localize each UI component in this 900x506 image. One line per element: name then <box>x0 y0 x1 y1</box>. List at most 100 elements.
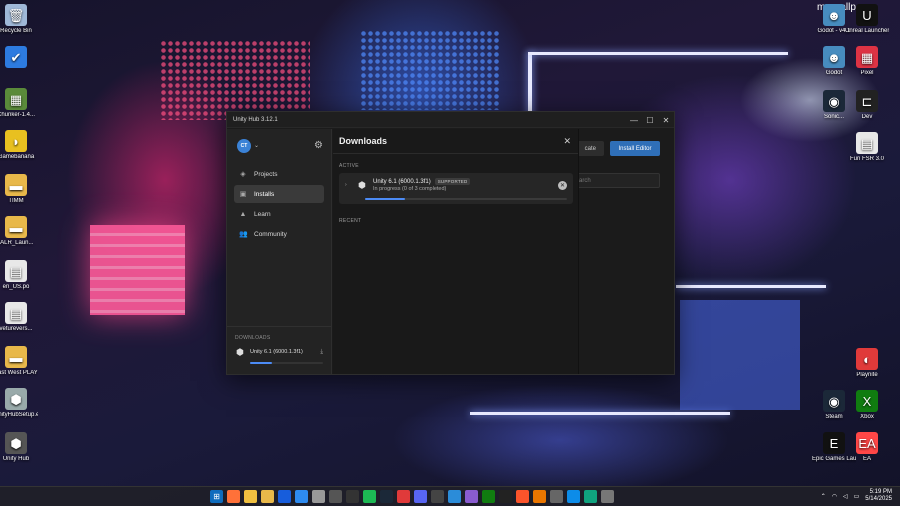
desktop-icon[interactable]: ▤ Fun FSR 3.0 <box>845 132 889 163</box>
banana-icon: ◗ <box>5 130 27 152</box>
download-item-title: Unity 6.1 (6000.1.3f1) <box>373 178 431 185</box>
system-tray: ⌃ ◠ ◁ ▭ 5:19 PM 5/14/2025 <box>821 489 892 503</box>
minimize-button[interactable]: — <box>626 112 642 128</box>
wifi-icon[interactable]: ◠ <box>832 493 837 500</box>
clock[interactable]: 5:19 PM 5/14/2025 <box>865 489 892 503</box>
sidebar-item-installs[interactable]: ▣ Installs <box>234 185 324 203</box>
sidebar-item-community[interactable]: 👥 Community <box>234 225 324 243</box>
title-bar[interactable]: Unity Hub 3.12.1 — ☐ ✕ <box>227 112 674 128</box>
pixel-grid-icon: ▦ <box>856 46 878 68</box>
chatgpt-icon[interactable] <box>584 490 597 503</box>
clock-date: 5/14/2025 <box>865 496 892 502</box>
sidebar-item-projects[interactable]: ◈ Projects <box>234 165 324 183</box>
desktop-icon[interactable]: ⬢ Unity Hub <box>0 432 38 463</box>
desktop-icon-label: TIMM <box>8 198 24 204</box>
windows-start-icon[interactable]: ⊞ <box>210 490 223 503</box>
blender-icon[interactable] <box>533 490 546 503</box>
desktop-icon[interactable]: ▤ en_US.po <box>0 260 38 291</box>
account-menu[interactable]: CT ⌄ <box>237 138 259 153</box>
install-editor-button[interactable]: Install Editor <box>610 141 660 156</box>
download-item-status: In progress (0 of 3 completed) <box>373 186 447 192</box>
desktop-icon[interactable]: ⬢ UnityHubSetup.exe <box>0 388 38 419</box>
chevron-up-icon[interactable]: ⌃ <box>821 493 826 500</box>
close-window-button[interactable]: ✕ <box>658 112 674 128</box>
desktop-icon[interactable]: 🗑 Recycle Bin <box>0 4 38 35</box>
folder-icon[interactable] <box>261 490 274 503</box>
battery-icon[interactable]: ▭ <box>854 493 860 500</box>
graduation-cap-icon: ▲ <box>239 210 247 218</box>
bitwarden-icon[interactable] <box>278 490 291 503</box>
explorer-icon[interactable] <box>244 490 257 503</box>
xbox-icon[interactable] <box>482 490 495 503</box>
cancel-download-icon[interactable]: ✕ <box>558 181 567 190</box>
sidebar-item-label: Projects <box>254 170 278 178</box>
locate-button[interactable]: cate <box>576 141 604 156</box>
wallpaper-pink-pixels <box>160 40 310 120</box>
desktop-icon[interactable]: ◗ Gamebanana <box>0 130 38 161</box>
desktop-icon-label: IALR_Laun... <box>0 240 34 246</box>
active-section-label: ACTIVE <box>339 163 359 169</box>
discord-icon[interactable] <box>414 490 427 503</box>
wallpaper-neon-screen <box>90 225 185 315</box>
obs-icon[interactable] <box>431 490 444 503</box>
people-icon: 👥 <box>239 231 248 238</box>
brave-icon[interactable] <box>516 490 529 503</box>
godot-icon: ☻ <box>823 4 845 26</box>
search-input[interactable]: arch <box>574 173 660 188</box>
visual-studio-icon[interactable] <box>465 490 478 503</box>
chevron-right-icon[interactable]: › <box>345 182 351 188</box>
spotify-icon[interactable] <box>363 490 376 503</box>
progress-fill <box>250 362 272 364</box>
wallpaper-neon-line <box>528 52 788 55</box>
terminal-icon[interactable] <box>346 490 359 503</box>
minecraft-block-icon: ▦ <box>5 88 27 110</box>
edge-icon[interactable] <box>567 490 580 503</box>
desktop-icon[interactable]: ✔ <box>0 46 38 70</box>
desktop-icon-label: Unreal Launcher <box>845 28 889 34</box>
unity-hub-icon[interactable] <box>601 490 614 503</box>
unreal-icon[interactable] <box>499 490 512 503</box>
gear-icon[interactable]: ⚙ <box>314 140 323 151</box>
desktop-icon[interactable]: ◐ Playnite <box>845 348 889 379</box>
sidebar-item-learn[interactable]: ▲ Learn <box>234 205 324 223</box>
avatar: CT <box>237 138 251 153</box>
sidebar: CT ⌄ ⚙ ◈ Projects ▣ Installs ▲ Learn 👥 C… <box>227 129 332 374</box>
steam-icon[interactable] <box>380 490 393 503</box>
document-icon: ▤ <box>5 302 27 324</box>
folder-icon: ▬ <box>5 216 27 238</box>
desktop-icon-label: Gamebanana <box>0 154 35 160</box>
controller-icon[interactable] <box>397 490 410 503</box>
desktop-icon-label: Playnite <box>856 372 878 378</box>
recent-section-label: RECENT <box>339 218 362 224</box>
desktop-icon[interactable]: ▬ IALR_Laun... <box>0 216 38 247</box>
checkmark-app-icon: ✔ <box>5 46 27 68</box>
unity-icon: ⬢ <box>358 180 366 190</box>
desktop-icon[interactable]: EA EA <box>845 432 889 463</box>
desktop-icon[interactable]: ⊏ Dev <box>845 90 889 121</box>
desktop-icon-label: Xbox <box>860 414 874 420</box>
desktop-icon[interactable]: U Unreal Launcher <box>845 4 889 35</box>
maximize-button[interactable]: ☐ <box>642 112 658 128</box>
download-progress-bar <box>365 198 567 200</box>
volume-icon[interactable]: ◁ <box>843 493 848 500</box>
steam-icon: ◉ <box>823 390 845 412</box>
app-icon[interactable] <box>550 490 563 503</box>
close-icon[interactable]: ✕ <box>563 136 571 147</box>
sidebar-downloads-heading: DOWNLOADS <box>235 335 271 341</box>
vscode-icon[interactable] <box>448 490 461 503</box>
desktop-icon-label: veturevers... <box>0 326 33 332</box>
desktop-icon[interactable]: ▤ veturevers... <box>0 302 38 333</box>
desktop-icon[interactable]: ▬ East West PLAY 6 v6.1... <box>0 346 38 377</box>
desktop-icon[interactable]: ▦ Chunker-1.4... <box>0 88 38 119</box>
download-item[interactable]: › ⬢ Unity 6.1 (6000.1.3f1) SUPPORTED In … <box>339 173 573 204</box>
unity-installer-icon: ⬢ <box>5 388 27 410</box>
recycle-bin-icon: 🗑 <box>5 4 27 26</box>
desktop-icon[interactable]: ▦ Pixel <box>845 46 889 77</box>
cube-icon[interactable] <box>329 490 342 503</box>
sidebar-downloads[interactable]: DOWNLOADS ⬢ Unity 6.1 (6000.1.3f1) ⤓ <box>227 326 331 374</box>
desktop-icon[interactable]: ▬ TIMM <box>0 174 38 205</box>
firefox-icon[interactable] <box>227 490 240 503</box>
todo-icon[interactable] <box>295 490 308 503</box>
desktop-icon[interactable]: X Xbox <box>845 390 889 421</box>
unity-icon[interactable] <box>312 490 325 503</box>
